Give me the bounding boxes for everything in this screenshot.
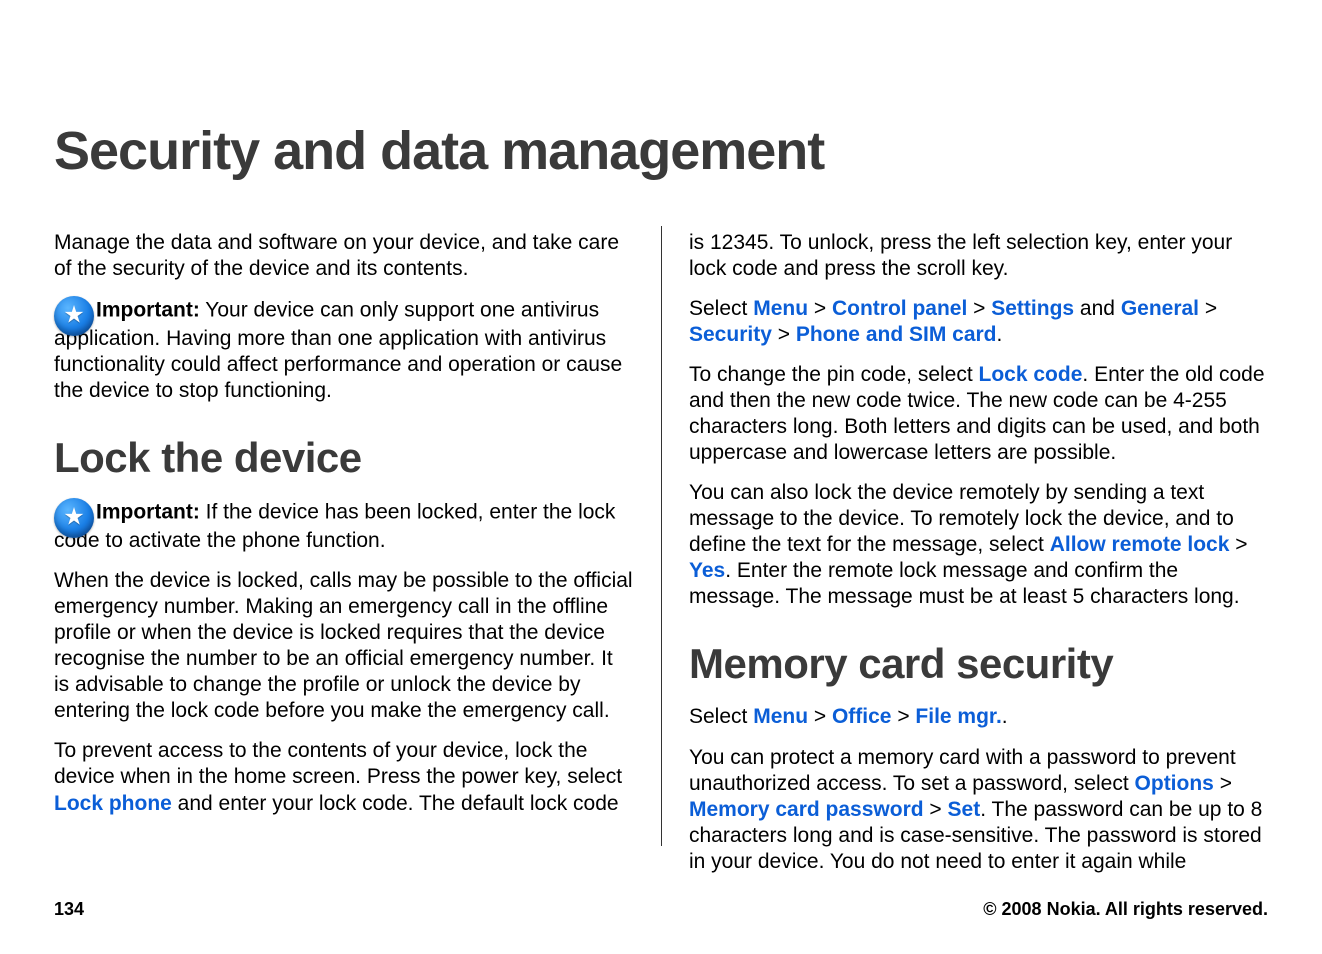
separator: >: [772, 323, 796, 346]
link-allow-remote-lock[interactable]: Allow remote lock: [1050, 533, 1230, 556]
column-divider: [661, 226, 662, 846]
separator: >: [1199, 297, 1217, 320]
page-title: Security and data management: [54, 120, 1268, 182]
separator: >: [1214, 772, 1232, 795]
link-office[interactable]: Office: [832, 705, 892, 728]
remote-lock-paragraph: You can also lock the device remotely by…: [689, 480, 1268, 610]
link-memory-card-password[interactable]: Memory card password: [689, 798, 924, 821]
separator: >: [924, 798, 948, 821]
text: and enter your lock code. The default lo…: [172, 792, 619, 815]
important-note-1: ★Important: Your device can only support…: [54, 296, 633, 404]
link-lock-code[interactable]: Lock code: [979, 363, 1083, 386]
text: To prevent access to the contents of you…: [54, 739, 622, 788]
left-column: Manage the data and software on your dev…: [54, 230, 661, 889]
separator: >: [967, 297, 991, 320]
link-menu[interactable]: Menu: [753, 705, 808, 728]
link-file-mgr[interactable]: File mgr.: [915, 705, 1001, 728]
text: .: [997, 323, 1003, 346]
nav-path-2: Select Menu > Office > File mgr..: [689, 704, 1268, 730]
separator: >: [808, 705, 832, 728]
intro-paragraph: Manage the data and software on your dev…: [54, 230, 633, 282]
link-control-panel[interactable]: Control panel: [832, 297, 967, 320]
text: .: [1002, 705, 1008, 728]
important-label: Important:: [96, 501, 200, 524]
prevent-access-paragraph: To prevent access to the contents of you…: [54, 738, 633, 816]
important-note-2: ★Important: If the device has been locke…: [54, 498, 633, 554]
text: . Enter the remote lock message and conf…: [689, 559, 1240, 608]
link-settings[interactable]: Settings: [991, 297, 1074, 320]
important-star-icon: ★: [54, 498, 94, 538]
link-options[interactable]: Options: [1135, 772, 1214, 795]
text: To change the pin code, select: [689, 363, 979, 386]
right-column: is 12345. To unlock, press the left sele…: [661, 230, 1268, 889]
two-column-layout: Manage the data and software on your dev…: [54, 230, 1268, 889]
link-set[interactable]: Set: [948, 798, 981, 821]
heading-memory-card-security: Memory card security: [689, 638, 1268, 690]
page-number: 134: [54, 899, 84, 920]
link-general[interactable]: General: [1121, 297, 1199, 320]
link-menu[interactable]: Menu: [753, 297, 808, 320]
text: Select: [689, 297, 753, 320]
link-lock-phone[interactable]: Lock phone: [54, 792, 172, 815]
important-star-icon: ★: [54, 296, 94, 336]
pin-code-paragraph: To change the pin code, select Lock code…: [689, 362, 1268, 466]
nav-path-1: Select Menu > Control panel > Settings a…: [689, 296, 1268, 348]
important-label: Important:: [96, 299, 200, 322]
link-security[interactable]: Security: [689, 323, 772, 346]
document-page: Security and data management Manage the …: [0, 0, 1322, 954]
link-phone-and-sim-card[interactable]: Phone and SIM card: [796, 323, 997, 346]
separator: >: [808, 297, 832, 320]
text: and: [1074, 297, 1121, 320]
separator: >: [891, 705, 915, 728]
copyright-text: © 2008 Nokia. All rights reserved.: [983, 899, 1268, 920]
memory-card-paragraph: You can protect a memory card with a pas…: [689, 745, 1268, 875]
link-yes[interactable]: Yes: [689, 559, 725, 582]
text: Select: [689, 705, 753, 728]
emergency-paragraph: When the device is locked, calls may be …: [54, 568, 633, 724]
separator: >: [1229, 533, 1247, 556]
unlock-paragraph: is 12345. To unlock, press the left sele…: [689, 230, 1268, 282]
heading-lock-the-device: Lock the device: [54, 432, 633, 484]
page-footer: 134 © 2008 Nokia. All rights reserved.: [54, 899, 1268, 920]
